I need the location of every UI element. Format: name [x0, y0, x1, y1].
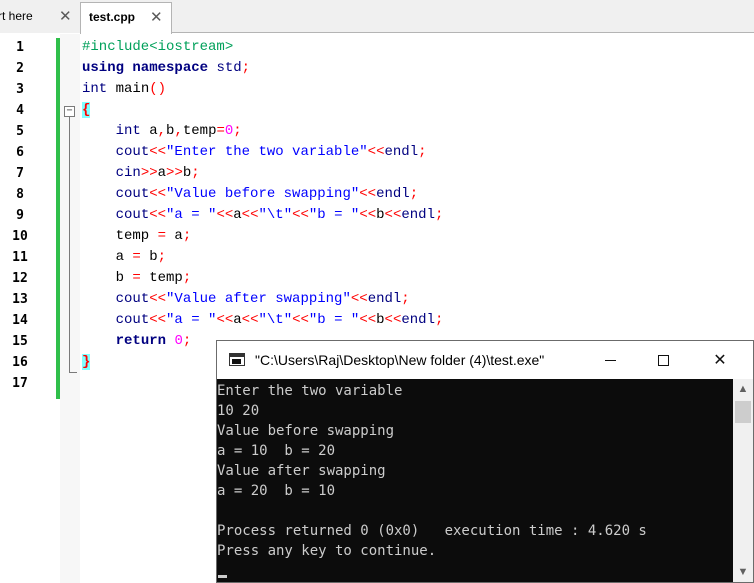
- console-line: Press any key to continue.: [217, 543, 437, 559]
- console-line: Value before swapping: [217, 423, 395, 439]
- code-line-9: cout<<"a = "<<a<<"\t"<<"b = "<<b<<endl;: [115, 207, 444, 223]
- line-number: 9: [16, 208, 24, 223]
- close-button[interactable]: ✕: [697, 341, 743, 379]
- line-number: 17: [12, 376, 28, 391]
- code-line-12: b = temp;: [82, 270, 192, 286]
- console-line: a = 10 b = 20: [217, 443, 336, 459]
- console-line: Enter the two variable: [217, 383, 403, 399]
- console-line: 10 20: [217, 403, 260, 419]
- line-number: 4: [16, 103, 24, 118]
- code-line-11: a = b;: [82, 249, 167, 265]
- code-line-10: temp = a;: [82, 228, 192, 244]
- line-number: 16: [12, 355, 28, 370]
- line-number: 13: [12, 292, 28, 307]
- tab-label: rt here: [0, 9, 33, 23]
- line-number: 6: [16, 145, 24, 160]
- maximize-icon: [657, 355, 669, 366]
- code-line-3: int main(): [82, 81, 167, 97]
- tab-close-icon[interactable]: ✕: [150, 3, 163, 32]
- code-line-2: using namespace std;: [82, 60, 251, 76]
- tab-close-icon[interactable]: ✕: [59, 2, 72, 31]
- code-line-14: cout<<"a = "<<a<<"\t"<<"b = "<<b<<endl;: [115, 312, 444, 328]
- line-number: 7: [16, 166, 24, 181]
- maximize-button[interactable]: [640, 341, 686, 379]
- console-output[interactable]: Enter the two variable 10 20 Value befor…: [217, 379, 733, 582]
- line-number: 3: [16, 82, 24, 97]
- text-cursor: [218, 575, 227, 578]
- console-title: "C:\Users\Raj\Desktop\New folder (4)\tes…: [255, 352, 545, 368]
- line-number: 10: [12, 229, 28, 244]
- code-line-4: {: [82, 102, 91, 118]
- close-icon: ✕: [713, 350, 727, 369]
- minimize-button[interactable]: [587, 341, 633, 379]
- line-number: 12: [12, 271, 28, 286]
- code-line-16: }: [82, 354, 91, 370]
- console-app-icon: [229, 353, 245, 366]
- line-number: 2: [16, 61, 24, 76]
- tab-label: test.cpp: [89, 10, 136, 24]
- tab-start-here[interactable]: rt here ✕: [0, 2, 80, 33]
- scroll-down-icon[interactable]: ▼: [733, 562, 753, 582]
- tab-test-cpp[interactable]: test.cpp ✕: [80, 2, 172, 34]
- code-line-5: int a,b,temp=0;: [115, 123, 242, 139]
- console-scrollbar[interactable]: ▲ ▼: [733, 379, 753, 582]
- line-number: 11: [12, 250, 28, 265]
- code-line-15: return 0;: [115, 333, 192, 349]
- line-number: 8: [16, 187, 24, 202]
- code-line-6: cout<<"Enter the two variable"<<endl;: [115, 144, 427, 160]
- code-line-1: #include<iostream>: [82, 39, 234, 55]
- scroll-up-icon[interactable]: ▲: [733, 379, 753, 399]
- code-line-13: cout<<"Value after swapping"<<endl;: [115, 291, 410, 307]
- line-number: 14: [12, 313, 28, 328]
- console-line: Value after swapping: [217, 463, 386, 479]
- minimize-icon: [604, 360, 616, 361]
- console-window[interactable]: "C:\Users\Raj\Desktop\New folder (4)\tes…: [216, 340, 754, 583]
- console-title-bar[interactable]: "C:\Users\Raj\Desktop\New folder (4)\tes…: [217, 341, 753, 379]
- console-line: a = 20 b = 10: [217, 483, 336, 499]
- fold-collapse-icon[interactable]: −: [64, 106, 75, 117]
- line-number: 15: [12, 334, 28, 349]
- code-line-8: cout<<"Value before swapping"<<endl;: [115, 186, 419, 202]
- line-number: 1: [16, 40, 24, 55]
- fold-guide-end: [69, 372, 77, 373]
- console-line: Process returned 0 (0x0) execution time …: [217, 523, 647, 539]
- editor-tab-bar: rt here ✕ test.cpp ✕: [0, 0, 754, 34]
- scrollbar-thumb[interactable]: [735, 401, 751, 423]
- line-number-gutter: 1 2 3 4 5 6 7 8 9 10 11 12 13 14 15 16 1…: [0, 34, 56, 583]
- code-line-7: cin>>a>>b;: [115, 165, 200, 181]
- line-number: 5: [16, 124, 24, 139]
- fold-guide-line: [69, 117, 70, 372]
